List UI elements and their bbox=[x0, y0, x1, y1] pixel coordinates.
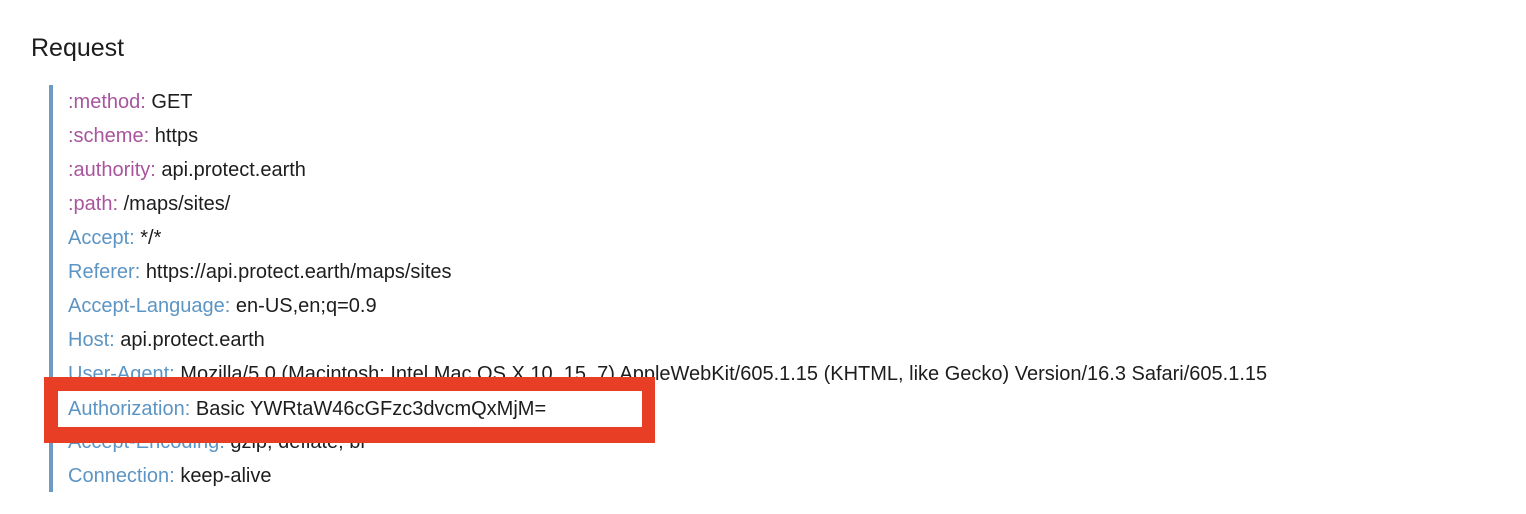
header-name: :method: bbox=[68, 91, 146, 113]
header-name: :authority: bbox=[68, 159, 156, 181]
section-title: Request bbox=[31, 34, 125, 62]
highlighted-header-name: Authorization: bbox=[68, 398, 191, 420]
header-name: Accept-Language: bbox=[68, 295, 231, 317]
header-name: :path: bbox=[68, 193, 119, 215]
header-value: /maps/sites/ bbox=[123, 193, 231, 215]
header-name: Host: bbox=[68, 329, 115, 351]
header-value: https://api.protect.earth/maps/sites bbox=[145, 261, 452, 283]
header-value: api.protect.earth bbox=[120, 329, 265, 351]
header-name: Referer: bbox=[68, 261, 141, 283]
header-row: Host: api.protect.earth bbox=[68, 323, 1489, 357]
header-value: keep-alive bbox=[180, 465, 272, 487]
header-row: :method: GET bbox=[68, 85, 1489, 119]
header-row: :path: /maps/sites/ bbox=[68, 187, 1489, 221]
header-value: */* bbox=[140, 227, 162, 249]
header-name: Accept: bbox=[68, 227, 135, 249]
header-row: Connection: keep-alive bbox=[68, 459, 1489, 493]
highlighted-header-value: Basic YWRtaW46cGFzc3dvcmQxMjM= bbox=[195, 398, 547, 420]
header-value: api.protect.earth bbox=[161, 159, 306, 181]
header-value: GET bbox=[151, 91, 193, 113]
header-value: en-US,en;q=0.9 bbox=[235, 295, 377, 317]
header-row: :authority: api.protect.earth bbox=[68, 153, 1489, 187]
header-value: https bbox=[154, 125, 199, 147]
header-name: Connection: bbox=[68, 465, 175, 487]
header-row: Referer: https://api.protect.earth/maps/… bbox=[68, 255, 1489, 289]
header-row: Accept-Language: en-US,en;q=0.9 bbox=[68, 289, 1489, 323]
highlighted-header-row: Authorization: Basic YWRtaW46cGFzc3dvcmQ… bbox=[58, 391, 642, 427]
header-name: :scheme: bbox=[68, 125, 150, 147]
header-row: Accept: */* bbox=[68, 221, 1489, 255]
request-headers-panel: Request :method: GET:scheme: https:autho… bbox=[0, 0, 1526, 514]
header-row: :scheme: https bbox=[68, 119, 1489, 153]
